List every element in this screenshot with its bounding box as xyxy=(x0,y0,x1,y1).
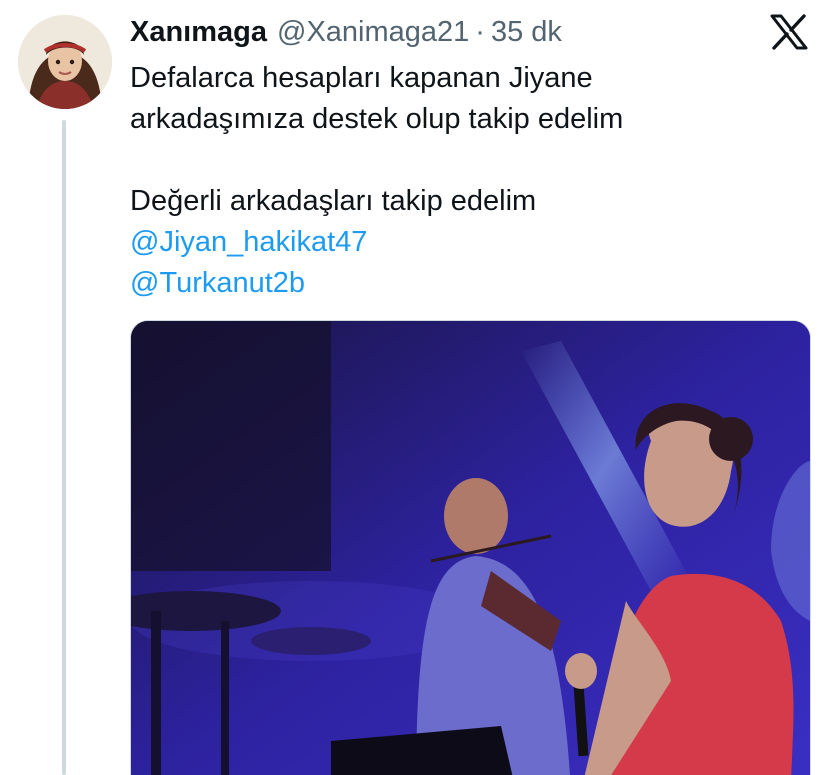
x-logo-icon xyxy=(770,14,808,50)
tweet-text-line: arkadaşımıza destek olup takip edelim xyxy=(130,103,624,135)
author-display-name[interactable]: Xanımaga xyxy=(130,16,267,49)
mention-link[interactable]: @Jiyan_hakikat47 xyxy=(130,222,800,263)
author-handle[interactable]: @Xanimaga21 xyxy=(277,16,469,49)
mention-link[interactable]: @Turkanut2b xyxy=(130,263,800,304)
profile-avatar[interactable] xyxy=(18,15,112,109)
tweet-header: Xanımaga @Xanimaga21 · 35 dk xyxy=(130,12,562,52)
tweet-text-line: Değerli arkadaşları takip edelim xyxy=(130,185,537,217)
tweet-text: Defalarca hesapları kapanan Jiyane arkad… xyxy=(130,58,800,304)
tweet-media-video[interactable] xyxy=(130,320,811,775)
tweet-timestamp[interactable]: 35 dk xyxy=(491,16,562,49)
thread-line xyxy=(62,120,66,775)
separator-dot: · xyxy=(475,15,485,48)
tweet-text-line: Defalarca hesapları kapanan Jiyane xyxy=(130,62,593,94)
